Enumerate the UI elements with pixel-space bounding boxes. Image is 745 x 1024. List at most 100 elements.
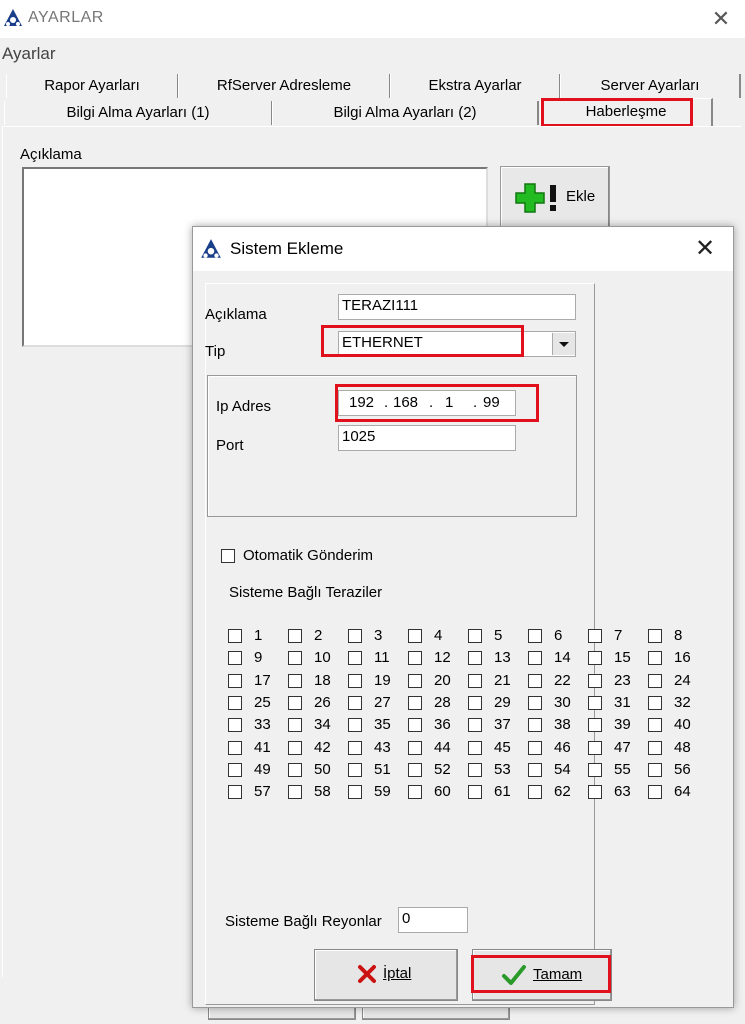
- tab-bilgi-alma-1[interactable]: Bilgi Alma Ayarları (1): [4, 101, 273, 125]
- scale-checkbox[interactable]: [588, 740, 602, 755]
- scale-checkbox[interactable]: [408, 762, 422, 777]
- menu-ayarlar[interactable]: Ayarlar: [2, 44, 56, 64]
- scale-checkbox[interactable]: [648, 695, 662, 710]
- port-input[interactable]: 1025: [338, 425, 516, 451]
- scale-checkbox[interactable]: [348, 695, 362, 710]
- scale-checkbox-label: 43: [374, 738, 391, 756]
- scale-checkbox[interactable]: [228, 785, 242, 800]
- scale-checkbox[interactable]: [288, 629, 302, 643]
- scale-checkbox[interactable]: [288, 740, 302, 755]
- scale-checkbox[interactable]: [468, 740, 482, 755]
- scale-checkbox[interactable]: [348, 740, 362, 755]
- scale-checkbox[interactable]: [648, 762, 662, 777]
- scale-checkbox-label: 27: [374, 693, 391, 711]
- description-input[interactable]: TERAZI111: [338, 294, 576, 320]
- scale-checkbox-label: 49: [254, 760, 271, 778]
- scale-checkbox[interactable]: [348, 718, 362, 733]
- tab-rfserver-adresleme[interactable]: RfServer Adresleme: [178, 74, 391, 98]
- scale-checkbox[interactable]: [528, 740, 542, 755]
- scale-checkbox[interactable]: [588, 651, 602, 666]
- scale-checkbox[interactable]: [648, 740, 662, 755]
- scale-checkbox[interactable]: [468, 629, 482, 643]
- scale-checkbox[interactable]: [588, 629, 602, 643]
- tab-ekstra-ayarlar[interactable]: Ekstra Ayarlar: [390, 74, 561, 98]
- scale-checkbox[interactable]: [408, 651, 422, 666]
- scale-checkbox-label: 7: [614, 627, 623, 644]
- scale-checkbox[interactable]: [288, 695, 302, 710]
- close-icon[interactable]: ✕: [708, 6, 734, 32]
- scale-checkbox[interactable]: [408, 673, 422, 688]
- dropdown-button[interactable]: [552, 333, 575, 355]
- scale-checkbox[interactable]: [588, 785, 602, 800]
- scale-checkbox[interactable]: [288, 651, 302, 666]
- scale-checkbox-label: 24: [674, 671, 691, 689]
- scale-checkbox[interactable]: [648, 785, 662, 800]
- scale-checkbox[interactable]: [528, 673, 542, 688]
- scale-checkbox-label: 37: [494, 716, 511, 734]
- scale-checkbox[interactable]: [588, 762, 602, 777]
- scale-checkbox[interactable]: [528, 762, 542, 777]
- scale-checkbox-label: 58: [314, 783, 331, 801]
- scale-checkbox[interactable]: [228, 629, 242, 643]
- departments-input[interactable]: 0: [398, 907, 468, 933]
- scale-checkbox[interactable]: [348, 785, 362, 800]
- auto-send-checkbox[interactable]: [221, 549, 235, 563]
- scale-checkbox-label: 64: [674, 783, 691, 801]
- scale-checkbox[interactable]: [528, 651, 542, 666]
- scale-checkbox[interactable]: [228, 651, 242, 666]
- dialog-description-label: Açıklama: [205, 306, 267, 323]
- scale-checkbox[interactable]: [408, 785, 422, 800]
- scale-checkbox-label: 4: [434, 627, 443, 644]
- scale-checkbox-label: 38: [554, 716, 571, 734]
- scale-checkbox-label: 6: [554, 627, 563, 644]
- scale-checkbox[interactable]: [288, 673, 302, 688]
- app-logo-icon: [4, 9, 22, 26]
- scale-checkbox[interactable]: [468, 673, 482, 688]
- tab-rapor-ayarlari[interactable]: Rapor Ayarları: [6, 74, 179, 98]
- scale-checkbox[interactable]: [648, 673, 662, 688]
- scale-checkbox[interactable]: [648, 629, 662, 643]
- scale-checkbox-label: 22: [554, 671, 571, 689]
- scale-checkbox[interactable]: [288, 785, 302, 800]
- scale-checkbox[interactable]: [408, 695, 422, 710]
- scale-checkbox[interactable]: [588, 673, 602, 688]
- scale-checkbox[interactable]: [348, 762, 362, 777]
- scale-checkbox[interactable]: [288, 762, 302, 777]
- scale-checkbox[interactable]: [468, 785, 482, 800]
- tab-bilgi-alma-2[interactable]: Bilgi Alma Ayarları (2): [272, 101, 539, 125]
- scale-checkbox[interactable]: [408, 740, 422, 755]
- scale-checkbox[interactable]: [348, 629, 362, 643]
- cancel-button[interactable]: İptal: [314, 949, 458, 1001]
- scale-checkbox[interactable]: [648, 718, 662, 733]
- scale-checkbox[interactable]: [588, 718, 602, 733]
- scale-checkbox[interactable]: [468, 695, 482, 710]
- tab-server-ayarlari[interactable]: Server Ayarları: [560, 74, 741, 98]
- scale-checkbox[interactable]: [348, 651, 362, 666]
- scale-checkbox[interactable]: [468, 651, 482, 666]
- scale-checkbox[interactable]: [228, 740, 242, 755]
- scale-checkbox[interactable]: [528, 785, 542, 800]
- scale-checkbox-label: 31: [614, 693, 631, 711]
- scale-checkbox[interactable]: [528, 695, 542, 710]
- scale-checkbox[interactable]: [408, 718, 422, 733]
- scale-checkbox[interactable]: [588, 695, 602, 710]
- scale-checkbox[interactable]: [468, 762, 482, 777]
- scale-checkbox[interactable]: [228, 762, 242, 777]
- scale-checkbox[interactable]: [288, 718, 302, 733]
- scale-checkbox-label: 56: [674, 760, 691, 778]
- close-icon[interactable]: ✕: [691, 235, 719, 263]
- scale-checkbox[interactable]: [528, 629, 542, 643]
- scale-checkbox[interactable]: [228, 718, 242, 733]
- scale-checkbox-label: 44: [434, 738, 451, 756]
- scale-checkbox[interactable]: [228, 695, 242, 710]
- scale-checkbox[interactable]: [528, 718, 542, 733]
- scale-checkbox[interactable]: [228, 673, 242, 688]
- scale-checkbox-label: 54: [554, 760, 571, 778]
- scale-checkbox[interactable]: [468, 718, 482, 733]
- scale-checkbox[interactable]: [648, 651, 662, 666]
- scale-checkbox[interactable]: [408, 629, 422, 643]
- scale-checkbox-label: 5: [494, 627, 503, 644]
- highlight-haberlesme-tab: [541, 98, 693, 127]
- scale-checkbox[interactable]: [348, 673, 362, 688]
- x-mark-icon: [358, 965, 376, 983]
